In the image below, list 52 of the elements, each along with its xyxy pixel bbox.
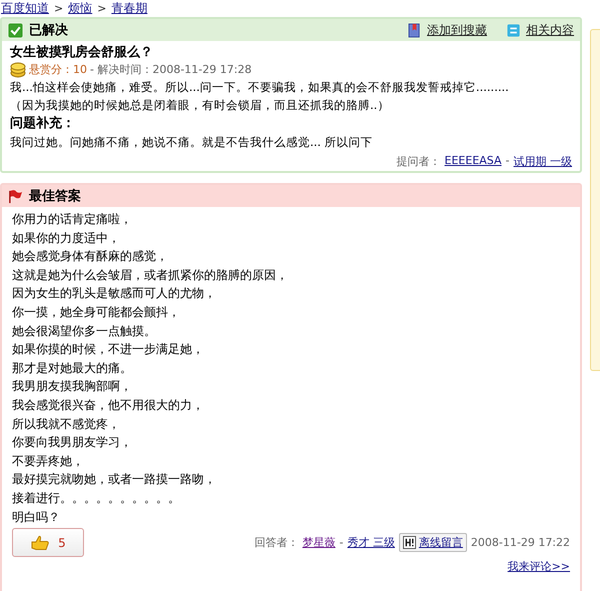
message-button[interactable]: 离线留言 — [398, 533, 467, 552]
flag-icon — [8, 188, 23, 204]
answer-text: 所以我就不感觉疼， — [12, 416, 121, 433]
coins-icon — [10, 62, 26, 78]
answerer-label: 回答者： — [254, 535, 298, 550]
answer-time: 2008-11-29 17:22 — [470, 536, 570, 550]
thumbs-up-icon — [30, 534, 50, 551]
action-link[interactable]: 添加到搜藏 — [427, 22, 488, 38]
answer-text: 我男朋友摸我胸部啊， — [12, 378, 133, 396]
answer-text: 如果你摸的时候，不进一步满足她， — [12, 341, 205, 358]
question-text: （因为我摸她的时候她总是闭着眼，有时会锁眉，而且还抓我的胳膊..） — [10, 97, 390, 114]
answer-text: 那才是对她最大的痛。 — [12, 360, 133, 377]
level-link[interactable]: 秀才 三级 — [347, 535, 395, 550]
answer-title: 最佳答案 — [29, 188, 81, 205]
answer-text: 不要弄疼她， — [12, 452, 85, 470]
breadcrumb-separator: > — [97, 2, 106, 15]
check-icon — [8, 22, 23, 38]
action-link[interactable]: 相关内容 — [526, 22, 574, 38]
answer-text: 接着进行。。。。。。。。。。 — [12, 490, 181, 507]
breadcrumb-link[interactable]: 烦恼 — [68, 0, 92, 17]
answer-text: 你一摸，她全身可能都会颤抖， — [12, 304, 181, 321]
answer-text: 她会感觉身体有酥麻的感觉， — [12, 248, 169, 266]
reward-points: 悬赏分：10 — [29, 62, 87, 78]
answer-text: 我会感觉很兴奋，他不用很大的力， — [12, 396, 205, 414]
breadcrumb-link[interactable]: 青春期 — [111, 0, 148, 17]
breadcrumb-separator: > — [54, 2, 64, 15]
separator-text: - — [339, 536, 344, 550]
asker-label: 提问者： — [396, 154, 441, 169]
answer-text: 明白吗？ — [12, 508, 61, 526]
solved-time: - 解决时间：2008-11-29 17:28 — [90, 62, 252, 78]
answer-text: 最好摸完就吻她，或者一路摸一路吻， — [12, 471, 217, 488]
hi-icon — [402, 536, 416, 550]
breadcrumb-link[interactable]: 百度知道 — [1, 0, 49, 17]
supplement-heading: 问题补充： — [10, 114, 76, 133]
question-text: 我...怕这样会使她痛，难受。所以...问一下。不要骗我，如果真的会不舒服我发誓戒掉它......... — [10, 79, 510, 96]
asker-link[interactable]: EEEEEASA — [444, 154, 502, 169]
answer-text: 这就是她为什么会皱眉，或者抓紧你的胳膊的原因， — [12, 266, 289, 284]
level-link[interactable]: 试用期 一级 — [514, 154, 572, 169]
answerer-link[interactable]: 梦星薇 — [302, 535, 336, 550]
status-title: 已解决 — [29, 22, 68, 39]
answer-text: 如果你的力度适中， — [12, 230, 121, 247]
comment-link[interactable]: 我来评论>> — [508, 559, 570, 574]
like-button[interactable]: 5 — [12, 528, 84, 558]
answer-text: 因为女生的乳头是敏感而可人的尤物， — [12, 285, 217, 302]
separator-text: - — [506, 154, 510, 169]
related-icon — [507, 22, 520, 38]
supplement-text: 我问过她。问她痛不痛，她说不痛。就是不告我什么感觉... 所以问下 — [10, 134, 374, 151]
bookmark-icon — [408, 22, 422, 38]
answer-text: 你用力的话肯定痛啦， — [12, 211, 133, 228]
question-title: 女生被摸乳房会舒服么？ — [10, 44, 154, 62]
answer-text: 她会很渴望你多一点触摸。 — [12, 322, 157, 340]
answer-text: 你要向我男朋友学习， — [12, 434, 133, 452]
